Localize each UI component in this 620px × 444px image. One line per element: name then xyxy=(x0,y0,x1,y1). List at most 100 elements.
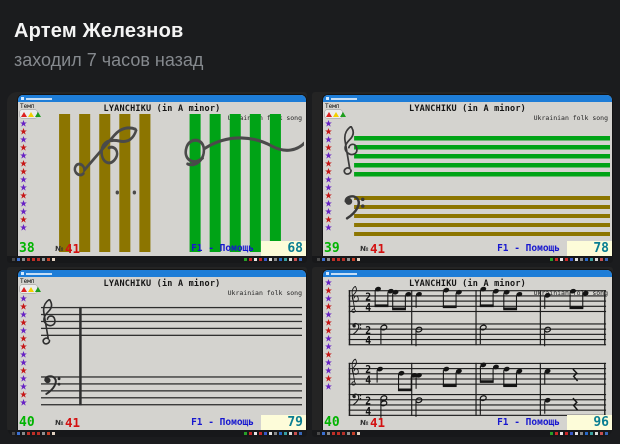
taskbar-icon xyxy=(580,258,583,261)
taskbar-icon xyxy=(555,258,558,261)
flower-icon xyxy=(20,152,27,159)
taskbar-icon xyxy=(565,258,568,261)
window-icon xyxy=(21,272,24,275)
taskbar-app-icons xyxy=(317,432,360,435)
os-taskbar xyxy=(7,430,307,437)
measure-sign: № xyxy=(55,419,63,427)
taskbar-icon xyxy=(342,258,345,261)
taskbar-icon xyxy=(347,432,350,435)
status-bar: 38 № 41 F1 - Помощь 68 xyxy=(18,241,306,256)
window-icon xyxy=(21,97,24,100)
window-title-text xyxy=(26,273,52,276)
stave-animation-canvas xyxy=(342,124,610,240)
green-staff xyxy=(354,136,610,177)
contact-name: Артем Железнов xyxy=(14,20,203,43)
taskbar-icon xyxy=(570,258,573,261)
window-title-text xyxy=(331,273,357,276)
window-icon xyxy=(326,272,329,275)
taskbar-icon xyxy=(347,258,350,261)
song-subtitle: Ukrainian folk song xyxy=(228,289,302,297)
green-triangle-icon xyxy=(340,112,346,117)
taskbar-icon xyxy=(42,258,45,261)
taskbar-icon xyxy=(299,432,302,435)
measure-sign: № xyxy=(360,245,368,253)
stave-animation-canvas xyxy=(37,299,304,414)
song-title: LYANCHIKU (in A minor) xyxy=(18,279,306,289)
help-hint: F1 - Помощь xyxy=(497,243,560,254)
taskbar-icon xyxy=(565,432,568,435)
taskbar-icon xyxy=(244,258,247,261)
system2-treble-lines xyxy=(349,363,606,385)
flower-icon xyxy=(20,399,27,406)
taskbar-icon xyxy=(12,432,15,435)
taskbar-icon xyxy=(605,432,608,435)
taskbar-icon xyxy=(269,258,272,261)
screenshot-staves-plain[interactable]: LYANCHIKU (in A minor) Ukrainian folk so… xyxy=(7,267,307,437)
taskbar-icon xyxy=(249,432,252,435)
yellow-triangle-icon xyxy=(28,287,34,292)
taskbar-icon xyxy=(555,432,558,435)
svg-text:4: 4 xyxy=(365,336,371,347)
flower-icon xyxy=(325,168,332,175)
app-body: LYANCHIKU (in A minor) Ukrainian folk so… xyxy=(323,277,612,430)
flower-icon xyxy=(325,224,332,231)
red-triangle-icon xyxy=(326,112,332,117)
status-bar: 40 № 41 F1 - Помощь 79 xyxy=(18,415,306,430)
flower-icon xyxy=(325,279,332,286)
flower-icon xyxy=(325,184,332,191)
taskbar-icon xyxy=(342,432,345,435)
measure-number: 41 xyxy=(65,241,80,256)
window-icon xyxy=(326,97,329,100)
flower-icon xyxy=(20,311,27,318)
flower-icon xyxy=(20,136,27,143)
measure-number: 41 xyxy=(370,415,385,430)
flower-icon xyxy=(20,128,27,135)
value-number: 96 xyxy=(593,415,609,430)
taskbar-icon xyxy=(249,258,252,261)
last-seen-status: заходил 7 часов назад xyxy=(14,50,203,71)
chat-header[interactable]: Артем Железнов заходил 7 часов назад xyxy=(14,20,203,71)
taskbar-icon xyxy=(595,432,598,435)
flower-icon xyxy=(325,128,332,135)
taskbar-icon xyxy=(580,432,583,435)
taskbar-tray-icons xyxy=(244,258,302,261)
tempo-label: Темп xyxy=(325,103,343,110)
taskbar-icon xyxy=(274,258,277,261)
flower-icon xyxy=(325,343,332,350)
taskbar-app-icons xyxy=(12,258,55,261)
red-triangle-icon xyxy=(21,287,27,292)
taskbar-icon xyxy=(357,258,360,261)
help-hint: F1 - Помощь xyxy=(191,243,254,254)
window-titlebar xyxy=(323,270,612,277)
red-triangle-icon xyxy=(21,112,27,117)
app-window: LYANCHIKU (in A minor) Ukrainian folk so… xyxy=(323,95,612,256)
flower-icon xyxy=(325,311,332,318)
flower-icon xyxy=(325,216,332,223)
taskbar-icon xyxy=(332,258,335,261)
flower-icon xyxy=(325,327,332,334)
tempo-traffic-light-icon xyxy=(20,110,37,118)
flower-icon xyxy=(20,383,27,390)
flower-icon xyxy=(20,224,27,231)
flower-icon xyxy=(325,303,332,310)
flower-icon xyxy=(325,120,332,127)
screenshot-score-notes[interactable]: LYANCHIKU (in A minor) Ukrainian folk so… xyxy=(312,267,613,437)
flower-icon-column xyxy=(325,279,343,390)
taskbar-icon xyxy=(352,432,355,435)
flower-icon xyxy=(20,208,27,215)
score-canvas: 24 24 24 24 xyxy=(339,286,608,421)
window-titlebar xyxy=(323,95,612,102)
flower-icon xyxy=(325,383,332,390)
flower-icon xyxy=(20,216,27,223)
song-subtitle: Ukrainian folk song xyxy=(534,114,608,122)
taskbar-icon xyxy=(37,258,40,261)
window-titlebar xyxy=(18,95,306,102)
flower-icon-column xyxy=(325,120,343,231)
status-bar: 40 № 41 F1 - Помощь 96 xyxy=(323,415,612,430)
taskbar-icon xyxy=(52,258,55,261)
flower-icon xyxy=(20,303,27,310)
screenshot-staves-rotating[interactable]: LYANCHIKU (in A minor) Ukrainian folk so… xyxy=(7,92,307,263)
tempo-sidebar: Темп xyxy=(20,278,38,406)
screenshot-staves-colored[interactable]: LYANCHIKU (in A minor) Ukrainian folk so… xyxy=(312,92,613,263)
app-body: LYANCHIKU (in A minor) Ukrainian folk so… xyxy=(18,102,306,256)
